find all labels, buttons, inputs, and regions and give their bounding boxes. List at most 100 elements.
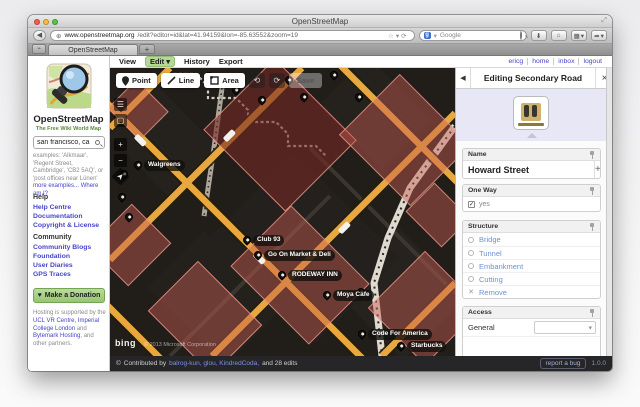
more-examples-link[interactable]: more examples... xyxy=(33,183,79,189)
pin-field-icon[interactable] xyxy=(589,151,595,159)
nav-edit[interactable]: Edit ▾ xyxy=(145,56,175,67)
web-search-field[interactable]: g ▾ Google xyxy=(419,30,527,41)
bookmarks-button[interactable]: ▦▾ xyxy=(571,30,587,41)
nav-history[interactable]: History xyxy=(184,57,210,66)
imagery-copyright: © 2013 Microsoft Corporation xyxy=(144,342,216,348)
bookmarks-caret-icon: ▾ xyxy=(581,32,584,40)
access-label: Access xyxy=(468,309,492,316)
draw-line-button[interactable]: Line xyxy=(161,73,200,88)
downloads-button[interactable]: ⬇ xyxy=(531,30,547,41)
sidebar-search[interactable] xyxy=(33,136,105,149)
structure-field-header: Structure xyxy=(463,221,600,233)
share-button[interactable]: ➦▾ xyxy=(591,30,607,41)
url-bar[interactable]: ⊕ www.openstreetmap.org/edit?editor=id&l… xyxy=(50,30,415,41)
donate-button[interactable]: ♥ Make a Donation xyxy=(33,288,105,303)
structure-option-cutting[interactable]: Cutting xyxy=(463,272,600,285)
home-button[interactable]: ⌂ xyxy=(551,30,567,41)
back-button[interactable]: ◀ xyxy=(33,30,46,41)
search-input[interactable] xyxy=(37,139,95,146)
preset-road-button[interactable] xyxy=(513,96,549,130)
documentation-link[interactable]: Documentation xyxy=(33,213,82,220)
search-magnifier-icon[interactable] xyxy=(520,32,522,39)
poi-label-rodeway-inn[interactable]: RODEWAY INN xyxy=(288,270,342,281)
foundation-link[interactable]: Foundation xyxy=(33,253,70,260)
inbox-link[interactable]: inbox xyxy=(553,58,578,65)
poi-label-starbucks[interactable]: Starbucks xyxy=(407,341,446,352)
name-input[interactable] xyxy=(463,161,594,178)
panel-scrollbar[interactable] xyxy=(606,68,612,356)
point-label: Point xyxy=(132,76,151,85)
attribution-prefix: Contributed by xyxy=(124,360,166,367)
oneway-value: yes xyxy=(479,201,490,208)
poi-label-market-deli[interactable]: Go On Market & Deli xyxy=(264,250,335,261)
copyright-license-link[interactable]: Copyright & License xyxy=(33,222,99,229)
redo-button[interactable]: ⟳ xyxy=(269,73,285,88)
search-icon[interactable] xyxy=(95,140,100,145)
tab-groups-icon[interactable]: ⌁ xyxy=(32,44,46,54)
hosting-link-bytemark[interactable]: Bytemark Hosting xyxy=(33,333,80,339)
cutting-label: Cutting xyxy=(479,275,503,284)
poi-label-club93[interactable]: Club 93 xyxy=(253,235,284,246)
radio-icon[interactable] xyxy=(468,237,474,243)
poi-label-code-for-america[interactable]: Code For America xyxy=(368,329,432,340)
search-engine-caret-icon[interactable]: ▾ xyxy=(434,32,437,40)
pin-field-icon[interactable] xyxy=(589,187,595,195)
poi-label-walgreens[interactable]: Walgreens xyxy=(144,160,185,171)
home-link[interactable]: home xyxy=(527,58,553,65)
page-content: OpenStreetMap The Free Wiki World Map ex… xyxy=(28,56,612,371)
pin-field-icon[interactable] xyxy=(589,309,595,317)
report-bug-button[interactable]: report a bug xyxy=(540,358,585,369)
search-placeholder: Google xyxy=(440,32,461,39)
url-bar-icons[interactable]: ☆▾⟳ xyxy=(388,32,409,40)
structure-remove[interactable]: ✕ Remove xyxy=(463,285,600,298)
radio-icon[interactable] xyxy=(468,276,474,282)
site-tagline: The Free Wiki World Map xyxy=(28,126,109,132)
window-titlebar[interactable]: OpenStreetMap ⤢ xyxy=(28,15,612,28)
save-button[interactable]: Save xyxy=(289,73,323,88)
zoom-out-button[interactable]: − xyxy=(114,154,127,167)
draw-area-button[interactable]: Area xyxy=(204,73,245,88)
add-name-button[interactable]: + xyxy=(594,161,601,178)
oneway-field-group: One Way ✓ yes xyxy=(462,184,601,212)
radio-icon[interactable] xyxy=(468,263,474,269)
site-nav: View Edit ▾ History Export ericg home in… xyxy=(110,56,612,68)
help-centre-link[interactable]: Help Centre xyxy=(33,204,71,211)
oneway-check-row: ✓ yes xyxy=(463,197,600,211)
bookmarks-icon: ▦ xyxy=(574,32,580,40)
pin-field-icon[interactable] xyxy=(589,223,595,231)
panel-back-button[interactable]: ◀ xyxy=(456,68,471,88)
zoom-in-button[interactable]: + xyxy=(114,138,127,151)
community-blogs-link[interactable]: Community Blogs xyxy=(33,244,91,251)
gps-traces-link[interactable]: GPS Traces xyxy=(33,271,71,278)
radio-icon[interactable] xyxy=(468,250,474,256)
map-canvas[interactable]: Walgreens Club 93 Go On Market & Deli RO… xyxy=(110,68,455,356)
structure-option-tunnel[interactable]: Tunnel xyxy=(463,246,600,259)
caret-up-icon xyxy=(527,133,537,138)
background-settings-button[interactable]: ☰ xyxy=(114,98,127,111)
user-diaries-link[interactable]: User Diaries xyxy=(33,262,73,269)
draw-point-button[interactable]: Point xyxy=(116,73,157,88)
username-link[interactable]: ericg xyxy=(504,58,527,65)
structure-option-bridge[interactable]: Bridge xyxy=(463,233,600,246)
site-identity-icon[interactable]: ⊕ xyxy=(56,32,61,40)
hosting-link-ucl[interactable]: UCL VR Centre, Imperial College London xyxy=(33,318,99,332)
nav-export[interactable]: Export xyxy=(219,57,243,66)
nav-view[interactable]: View xyxy=(119,57,136,66)
map-data-button[interactable]: ▢ xyxy=(114,114,127,127)
bookmark-star-icon[interactable]: ☆ xyxy=(388,33,396,40)
resize-icon[interactable]: ⤢ xyxy=(601,17,607,25)
url-domain: www.openstreetmap.org xyxy=(64,32,134,39)
access-general-select[interactable]: ▾ xyxy=(534,321,596,334)
search-examples: examples: 'Alkmaar', 'Regent Street, Cam… xyxy=(33,153,106,198)
contributor-links[interactable]: balrog-kun, glou, KindredCoda, xyxy=(169,360,259,367)
tab-openstreetmap[interactable]: OpenStreetMap xyxy=(48,44,138,55)
user-links: ericg home inbox logout xyxy=(504,58,606,65)
reload-icon[interactable]: ⟳ xyxy=(401,33,408,40)
poi-label-moya-cafe[interactable]: Moya Cafe xyxy=(333,290,374,301)
name-label: Name xyxy=(468,151,487,158)
new-tab-button[interactable]: + xyxy=(139,44,155,54)
logout-link[interactable]: logout xyxy=(578,58,606,65)
structure-option-embankment[interactable]: Embankment xyxy=(463,259,600,272)
oneway-checkbox[interactable]: ✓ xyxy=(468,201,475,208)
undo-button[interactable]: ⟲ xyxy=(249,73,265,88)
